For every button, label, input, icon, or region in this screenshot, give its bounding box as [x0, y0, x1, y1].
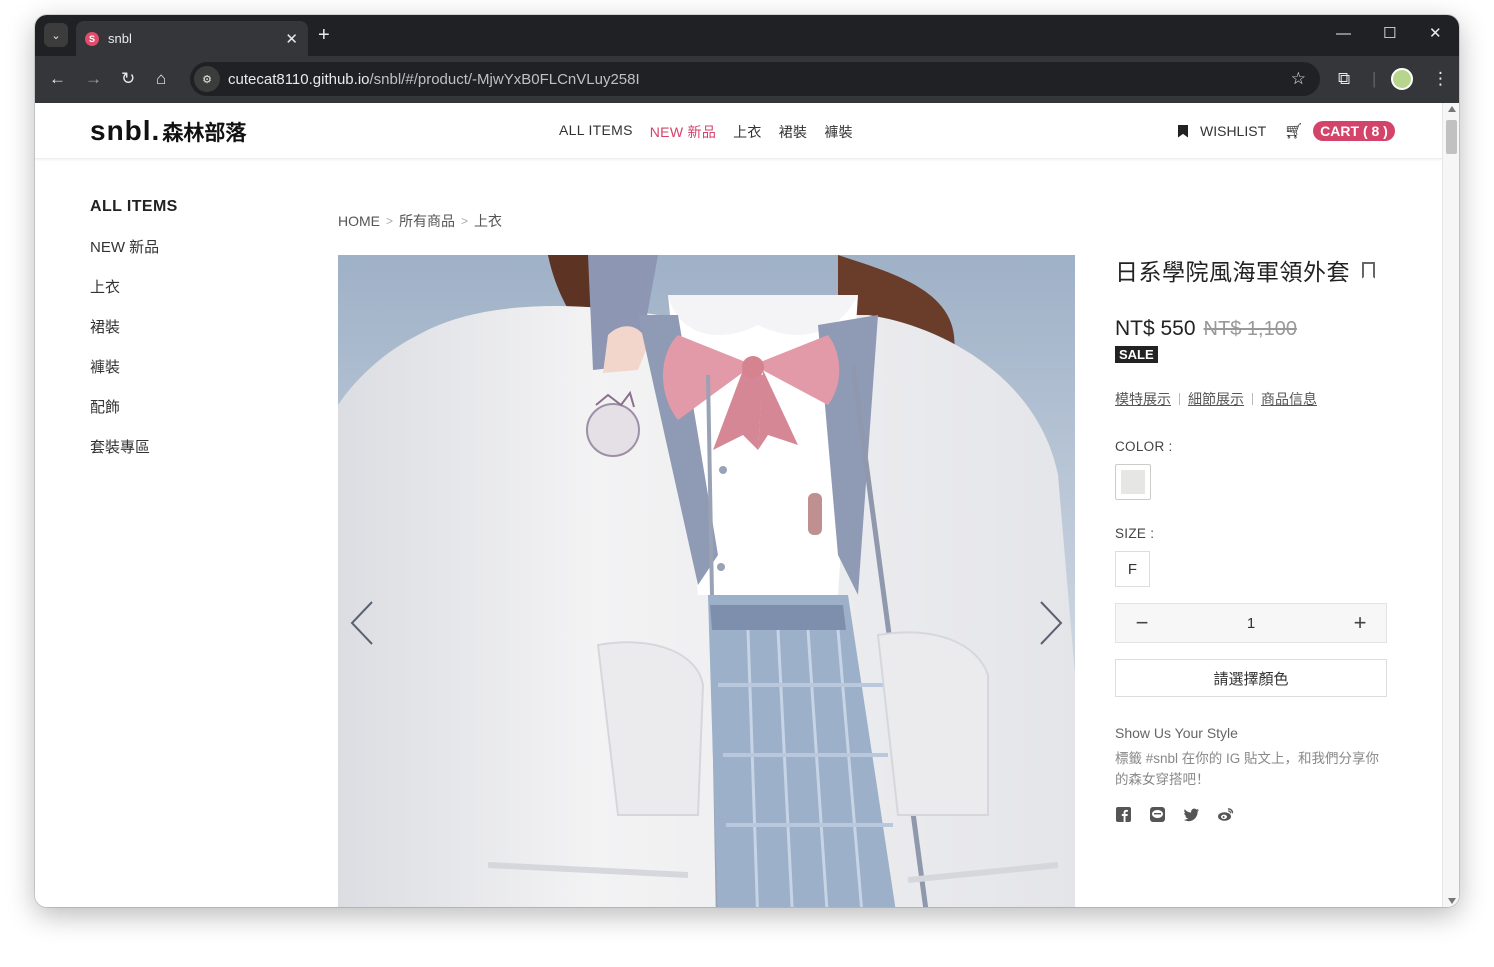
tab-details[interactable]: 細節展示: [1188, 389, 1244, 409]
tab-search-icon[interactable]: ⌄: [44, 23, 68, 47]
extensions-icon[interactable]: ⧉: [1338, 68, 1350, 90]
cart-icon[interactable]: 🛒︎: [1284, 122, 1303, 140]
tab-info[interactable]: 商品信息: [1261, 389, 1317, 409]
style-heading: Show Us Your Style: [1115, 725, 1238, 741]
price-row: NT$ 550 NT$ 1,100: [1115, 317, 1387, 341]
header-actions: WISHLIST 🛒︎ CART ( 8 ): [1178, 121, 1395, 141]
twitter-icon[interactable]: [1183, 806, 1200, 823]
size-label: SIZE :: [1115, 526, 1155, 541]
nav-new[interactable]: NEW 新品: [650, 122, 716, 142]
main-nav: ALL ITEMS NEW 新品 上衣 裙裝 褲裝: [559, 122, 853, 142]
product-image-carousel[interactable]: [338, 255, 1075, 907]
quantity-stepper: − 1 +: [1115, 603, 1387, 643]
tab-divider: [1179, 393, 1180, 405]
chevron-right-icon: >: [461, 214, 469, 228]
carousel-next-icon[interactable]: [1029, 600, 1069, 646]
site-info-icon[interactable]: ⚙: [194, 66, 220, 92]
browser-window: ⌄ S snbl ✕ + — ☐ ✕ ← → ↻ ⌂ ⚙ cutecat8110…: [35, 15, 1459, 907]
forward-icon[interactable]: →: [85, 69, 102, 89]
tab-title: snbl: [108, 31, 132, 46]
cart-button[interactable]: CART ( 8 ): [1313, 121, 1395, 141]
product-title: 日系學院風海軍領外套: [1115, 259, 1350, 285]
color-swatch: [1121, 470, 1145, 494]
minus-icon[interactable]: −: [1132, 610, 1152, 636]
size-option[interactable]: F: [1115, 551, 1150, 587]
sale-price: NT$ 550: [1115, 317, 1196, 340]
tab-model[interactable]: 模特展示: [1115, 389, 1171, 409]
scroll-thumb[interactable]: [1446, 120, 1457, 154]
sidebar-item-tops[interactable]: 上衣: [90, 276, 178, 316]
category-sidebar: ALL ITEMS NEW 新品 上衣 裙裝 褲裝 配飾 套裝專區: [90, 198, 178, 476]
tab-divider: [1252, 393, 1253, 405]
menu-icon[interactable]: ⋮: [1432, 68, 1449, 90]
bookmark-outline-icon[interactable]: [1362, 261, 1375, 279]
site-header: snbl.森林部落 ALL ITEMS NEW 新品 上衣 裙裝 褲裝 WISH…: [35, 103, 1442, 159]
carousel-prev-icon[interactable]: [344, 600, 384, 646]
page-viewport: snbl.森林部落 ALL ITEMS NEW 新品 上衣 裙裝 褲裝 WISH…: [35, 103, 1459, 907]
select-color-button[interactable]: 請選擇顏色: [1115, 659, 1387, 697]
nav-tops[interactable]: 上衣: [733, 122, 762, 142]
browser-tab[interactable]: S snbl ✕: [76, 21, 308, 56]
minimize-icon[interactable]: —: [1336, 25, 1351, 43]
maximize-icon[interactable]: ☐: [1383, 25, 1396, 43]
sidebar-item-sets[interactable]: 套裝專區: [90, 436, 178, 476]
product-info: 日系學院風海軍領外套 NT$ 550 NT$ 1,100 SALE 模特展示 細…: [1115, 253, 1387, 823]
sale-badge: SALE: [1115, 346, 1158, 363]
sidebar-item-pants[interactable]: 褲裝: [90, 356, 178, 396]
address-bar[interactable]: ⚙ cutecat8110.github.io/snbl/#/product/-…: [190, 62, 1320, 96]
product-photo: [338, 255, 1075, 907]
line-icon[interactable]: [1149, 806, 1166, 823]
weibo-icon[interactable]: [1217, 806, 1234, 823]
bookmark-icon[interactable]: [1178, 124, 1188, 138]
breadcrumb-current[interactable]: 上衣: [474, 211, 502, 231]
wishlist-link[interactable]: WISHLIST: [1200, 123, 1266, 139]
style-text: 標籤 #snbl 在你的 IG 貼文上，和我們分享你的森女穿搭吧！: [1115, 751, 1380, 787]
original-price: NT$ 1,100: [1203, 318, 1297, 340]
product-title-row: 日系學院風海軍領外套: [1115, 253, 1387, 287]
nav-all-items[interactable]: ALL ITEMS: [559, 122, 633, 142]
new-tab-icon[interactable]: +: [318, 24, 330, 46]
plus-icon[interactable]: +: [1350, 610, 1370, 636]
logo-text: snbl.: [90, 115, 161, 146]
favicon-icon: S: [85, 31, 99, 46]
reload-icon[interactable]: ↻: [121, 69, 135, 89]
url-host: cutecat8110.github.io: [228, 70, 370, 88]
scroll-up-icon[interactable]: [1448, 106, 1456, 112]
color-option[interactable]: [1115, 464, 1151, 500]
close-icon[interactable]: ✕: [285, 30, 298, 48]
product-tabs: 模特展示 細節展示 商品信息: [1115, 389, 1387, 409]
sidebar-item-skirts[interactable]: 裙裝: [90, 316, 178, 356]
breadcrumb-all-products[interactable]: 所有商品: [399, 211, 455, 231]
url-text[interactable]: cutecat8110.github.io/snbl/#/product/-Mj…: [228, 71, 1291, 88]
nav-skirts[interactable]: 裙裝: [779, 122, 808, 142]
sidebar-item-new[interactable]: NEW 新品: [90, 236, 178, 276]
social-share: [1115, 806, 1387, 823]
tab-strip: ⌄ S snbl ✕ + — ☐ ✕: [35, 15, 1459, 56]
nav-pants[interactable]: 褲裝: [824, 122, 853, 142]
quantity-value[interactable]: 1: [1247, 615, 1255, 632]
home-icon[interactable]: ⌂: [156, 69, 166, 89]
chevron-right-icon: >: [386, 214, 394, 228]
toolbar-divider: |: [1372, 69, 1377, 88]
breadcrumb-home[interactable]: HOME: [338, 213, 380, 229]
star-icon[interactable]: ☆: [1291, 69, 1306, 89]
facebook-icon[interactable]: [1115, 806, 1132, 823]
profile-avatar[interactable]: [1391, 68, 1413, 90]
url-path: /snbl/#/product/-MjwYxB0FLCnVLuy258I: [369, 70, 640, 88]
page-scrollbar[interactable]: [1442, 103, 1459, 907]
color-label: COLOR :: [1115, 439, 1173, 454]
breadcrumb: HOME > 所有商品 > 上衣: [338, 211, 502, 231]
site-logo[interactable]: snbl.森林部落: [90, 115, 246, 147]
logo-subtitle: 森林部落: [162, 122, 247, 145]
back-icon[interactable]: ←: [49, 69, 66, 89]
window-close-icon[interactable]: ✕: [1429, 25, 1442, 43]
scroll-down-icon[interactable]: [1448, 898, 1456, 904]
browser-toolbar: ← → ↻ ⌂ ⚙ cutecat8110.github.io/snbl/#/p…: [35, 56, 1459, 103]
sidebar-title[interactable]: ALL ITEMS: [90, 198, 178, 216]
sidebar-item-accessories[interactable]: 配飾: [90, 396, 178, 436]
